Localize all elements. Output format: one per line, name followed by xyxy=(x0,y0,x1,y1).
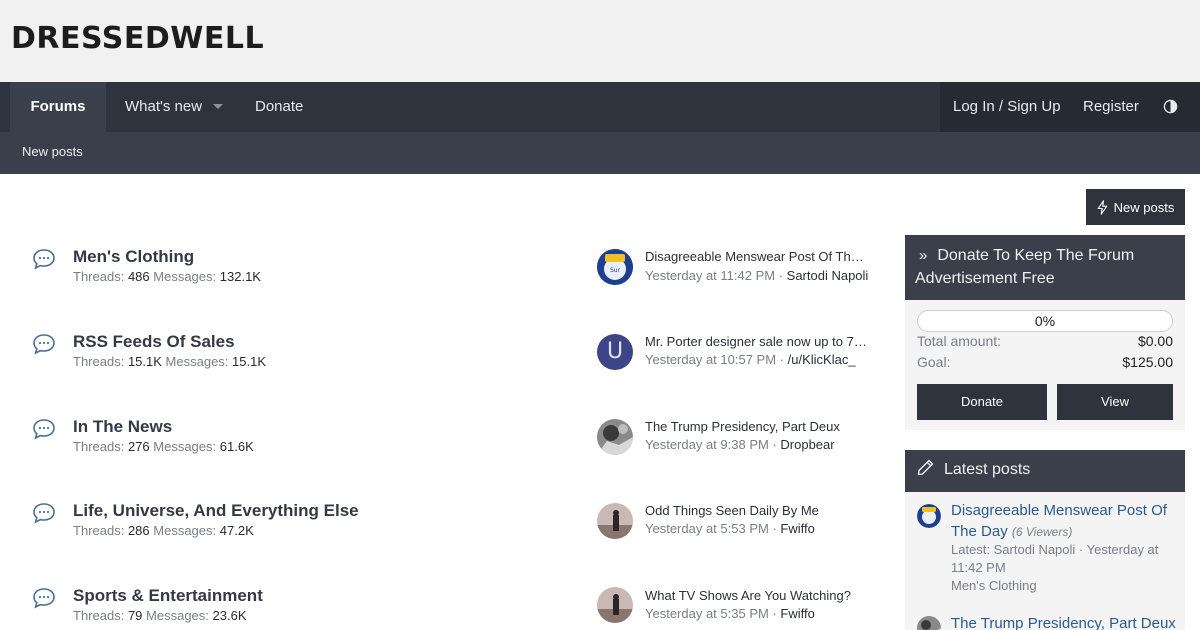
last-post-user[interactable]: Dropbear xyxy=(780,437,834,452)
latest-post-meta[interactable]: Latest: Sartodi Napoli · Yesterday at 11… xyxy=(951,541,1171,577)
latest-post-forum[interactable]: Men's Clothing xyxy=(951,577,1037,595)
forum-title[interactable]: RSS Feeds Of Sales xyxy=(73,332,235,352)
forum-title[interactable]: In The News xyxy=(73,417,172,437)
nav-tab-donate[interactable]: Donate xyxy=(255,82,303,132)
chat-bubble-icon xyxy=(33,503,55,524)
last-post-user[interactable]: Sartodi Napoli xyxy=(787,268,869,283)
last-post-time[interactable]: Yesterday at 5:35 PM xyxy=(645,606,769,621)
login-signup-link[interactable]: Log In / Sign Up xyxy=(953,82,1061,132)
last-post-user[interactable]: Fwiffo xyxy=(780,606,814,621)
last-post-title[interactable]: Odd Things Seen Daily By Me xyxy=(645,503,870,518)
new-posts-button[interactable]: New posts xyxy=(1086,189,1185,225)
theme-toggle-icon[interactable] xyxy=(1163,99,1178,114)
lightning-icon xyxy=(1097,199,1107,215)
site-logo[interactable]: DRESSEDWELL xyxy=(11,21,264,56)
forum-title[interactable]: Sports & Entertainment xyxy=(73,586,263,606)
forum-row: Men's Clothing Threads: 486 Messages: 13… xyxy=(0,247,880,317)
avatar[interactable] xyxy=(597,419,633,455)
forum-row: RSS Feeds Of Sales Threads: 15.1K Messag… xyxy=(0,332,880,402)
svg-text:Sur: Sur xyxy=(610,267,621,274)
latest-post-title[interactable]: The Trump Presidency, Part Deux xyxy=(951,613,1176,630)
total-amount-value: $0.00 xyxy=(1137,333,1173,349)
last-post-user[interactable]: Fwiffo xyxy=(780,521,814,536)
forum-stats: Threads: 79 Messages: 23.6K xyxy=(73,608,247,623)
forum-row: Sports & Entertainment Threads: 79 Messa… xyxy=(0,586,880,630)
latest-posts-title: Latest posts xyxy=(944,461,1031,478)
forum-row: In The News Threads: 276 Messages: 61.6K… xyxy=(0,417,880,487)
avatar[interactable] xyxy=(917,504,941,528)
donation-progress-bar: 0% xyxy=(917,310,1173,332)
goal-value: $125.00 xyxy=(1122,354,1173,370)
goal-label: Goal: xyxy=(917,354,951,370)
view-button[interactable]: View xyxy=(1057,384,1173,420)
last-post-meta: Yesterday at 11:42 PM · Sartodi Napoli xyxy=(645,268,869,283)
forum-stats: Threads: 286 Messages: 47.2K xyxy=(73,523,254,538)
total-amount-label: Total amount: xyxy=(917,333,1002,349)
nav-tab-forums[interactable]: Forums xyxy=(10,82,106,132)
double-chevron-right-icon: » xyxy=(919,247,928,264)
last-post-time[interactable]: Yesterday at 5:53 PM xyxy=(645,521,769,536)
avatar[interactable] xyxy=(597,587,633,623)
nav-tab-whats-new[interactable]: What's new xyxy=(125,82,202,132)
pencil-icon xyxy=(917,459,934,476)
avatar[interactable] xyxy=(597,503,633,539)
last-post-user[interactable]: /u/KlicKlac_ xyxy=(788,352,856,367)
forum-title[interactable]: Men's Clothing xyxy=(73,247,194,267)
donation-block-header[interactable]: » Donate To Keep The Forum Advertisement … xyxy=(905,235,1185,300)
chat-bubble-icon xyxy=(33,419,55,440)
last-post-time[interactable]: Yesterday at 11:42 PM xyxy=(645,268,775,283)
last-post-title[interactable]: Disagreeable Menswear Post Of The ... xyxy=(645,249,870,264)
donate-button[interactable]: Donate xyxy=(917,384,1047,420)
chevron-down-icon[interactable] xyxy=(213,104,223,109)
avatar[interactable]: Sur xyxy=(597,249,633,285)
forum-stats: Threads: 276 Messages: 61.6K xyxy=(73,439,254,454)
last-post-meta: Yesterday at 9:38 PM · Dropbear xyxy=(645,437,835,452)
latest-posts-header: Latest posts xyxy=(905,450,1185,492)
chat-bubble-icon xyxy=(33,588,55,609)
chat-bubble-icon xyxy=(33,249,55,270)
chat-bubble-icon xyxy=(33,334,55,355)
last-post-time[interactable]: Yesterday at 9:38 PM xyxy=(645,437,769,452)
forum-row: Life, Universe, And Everything Else Thre… xyxy=(0,501,880,571)
forum-title[interactable]: Life, Universe, And Everything Else xyxy=(73,501,359,521)
latest-post-title[interactable]: Disagreeable Menswear Post Of The Day (6… xyxy=(951,500,1176,543)
donation-title: Donate To Keep The Forum Advertisement F… xyxy=(915,247,1135,287)
sub-nav: New posts xyxy=(0,132,1200,174)
viewers-count: (6 Viewers) xyxy=(1011,525,1073,539)
register-link[interactable]: Register xyxy=(1083,82,1139,132)
last-post-meta: Yesterday at 10:57 PM · /u/KlicKlac_ xyxy=(645,352,856,367)
last-post-title[interactable]: Mr. Porter designer sale now up to 70... xyxy=(645,334,870,349)
last-post-title[interactable]: What TV Shows Are You Watching? xyxy=(645,588,870,603)
last-post-meta: Yesterday at 5:35 PM · Fwiffo xyxy=(645,606,815,621)
last-post-title[interactable]: The Trump Presidency, Part Deux xyxy=(645,419,870,434)
subnav-new-posts[interactable]: New posts xyxy=(22,132,83,172)
new-posts-button-label: New posts xyxy=(1113,199,1175,215)
forum-stats: Threads: 15.1K Messages: 15.1K xyxy=(73,354,267,369)
last-post-time[interactable]: Yesterday at 10:57 PM xyxy=(645,352,776,367)
site-header: DRESSEDWELL xyxy=(0,0,1200,82)
last-post-meta: Yesterday at 5:53 PM · Fwiffo xyxy=(645,521,815,536)
forum-stats: Threads: 486 Messages: 132.1K xyxy=(73,269,261,284)
avatar[interactable]: U xyxy=(597,334,633,370)
